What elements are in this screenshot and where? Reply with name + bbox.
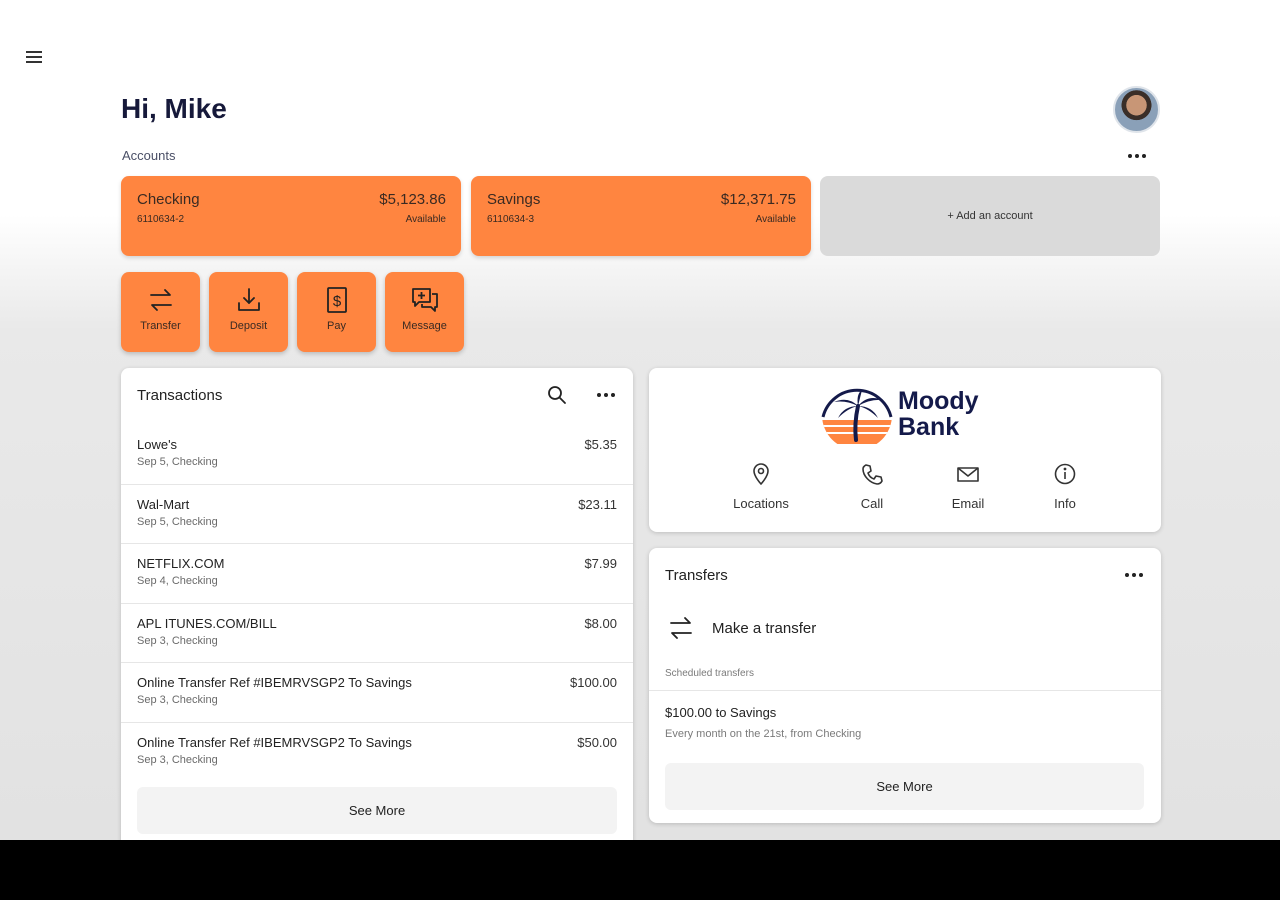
transaction-meta: Sep 3, Checking — [137, 753, 218, 766]
transaction-name: Online Transfer Ref #IBEMRVSGP2 To Savin… — [137, 675, 412, 690]
deposit-icon — [237, 288, 260, 311]
info-link[interactable]: Info — [1025, 462, 1105, 511]
transfers-see-more-button[interactable]: See More — [665, 763, 1144, 810]
table-row[interactable]: Online Transfer Ref #IBEMRVSGP2 To Savin… — [121, 663, 633, 723]
transaction-name: APL ITUNES.COM/BILL — [137, 615, 277, 631]
transfer-button[interactable]: Transfer — [121, 272, 200, 352]
avatar[interactable] — [1113, 86, 1160, 133]
transaction-amount: $23.11 — [578, 496, 617, 512]
account-card-checking[interactable]: Checking 6110634-2 $5,123.86 Available — [121, 176, 461, 256]
scheduled-transfer-title: $100.00 to Savings — [665, 705, 777, 720]
info-label: Info — [1054, 496, 1076, 511]
action-label: Message — [402, 320, 447, 332]
transactions-more-icon[interactable] — [595, 389, 617, 401]
transaction-name: Lowe's — [137, 437, 178, 452]
transfers-more-icon[interactable] — [1123, 569, 1145, 581]
message-icon — [411, 288, 438, 312]
transaction-amount: $100.00 — [570, 675, 617, 690]
deposit-button[interactable]: Deposit — [209, 272, 288, 352]
transaction-meta: Sep 3, Checking — [137, 694, 218, 706]
location-pin-icon — [753, 463, 769, 486]
phone-icon — [862, 464, 883, 485]
transfer-icon — [149, 289, 172, 311]
make-transfer-label: Make a transfer — [712, 620, 817, 637]
table-row[interactable]: Online Transfer Ref #IBEMRVSGP2 To Savin… — [121, 723, 633, 783]
message-button[interactable]: Message — [385, 272, 464, 352]
locations-link[interactable]: Locations — [721, 462, 801, 511]
transaction-meta: Sep 4, Checking — [137, 575, 218, 587]
scheduled-transfer-detail: Every month on the 21st, from Checking — [665, 728, 862, 740]
transaction-name: Online Transfer Ref #IBEMRVSGP2 To Savin… — [137, 734, 412, 750]
email-icon — [957, 467, 979, 482]
account-status: Available — [755, 214, 796, 225]
account-name: Checking — [137, 191, 200, 208]
table-row[interactable]: Lowe's Sep 5, Checking $5.35 — [121, 425, 633, 485]
transaction-amount: $50.00 — [577, 734, 617, 750]
info-icon — [1054, 463, 1076, 485]
accounts-more-icon[interactable] — [1126, 150, 1148, 162]
locations-label: Locations — [733, 496, 789, 511]
svg-text:$: $ — [332, 293, 341, 310]
transaction-amount: $7.99 — [584, 556, 617, 571]
account-number: 6110634-2 — [137, 214, 185, 225]
table-row[interactable]: Wal-Mart Sep 5, Checking $23.11 — [121, 485, 633, 544]
transaction-amount: $8.00 — [584, 615, 617, 631]
transfer-icon — [670, 617, 692, 639]
transactions-see-more-button[interactable]: See More — [137, 787, 617, 834]
app-screen: Hi, Mike Accounts Checking 6110634-2 $5,… — [0, 0, 1280, 840]
transactions-list: Lowe's Sep 5, Checking $5.35 Wal-Mart Se… — [121, 425, 633, 782]
transaction-name: NETFLIX.COM — [137, 556, 225, 571]
transaction-meta: Sep 5, Checking — [137, 456, 218, 468]
make-transfer-row[interactable]: Make a transfer — [665, 610, 1145, 646]
pay-button[interactable]: $ Pay — [297, 272, 376, 352]
greeting-title: Hi, Mike — [121, 93, 227, 124]
transaction-name: Wal-Mart — [137, 496, 190, 512]
scheduled-transfer-item[interactable]: $100.00 to Savings Every month on the 21… — [649, 691, 1161, 749]
search-icon[interactable] — [547, 385, 567, 405]
transaction-meta: Sep 3, Checking — [137, 634, 218, 647]
account-name: Savings — [487, 191, 541, 208]
account-balance: $12,371.75 — [720, 191, 796, 208]
email-label: Email — [951, 496, 985, 511]
scheduled-transfers-label: Scheduled transfers — [665, 668, 754, 679]
transaction-meta: Sep 5, Checking — [137, 515, 218, 528]
action-label: Deposit — [229, 320, 268, 332]
add-account-button[interactable]: + Add an account — [820, 176, 1160, 256]
account-number: 6110634-3 — [487, 214, 535, 225]
palm-tree-logo-icon — [821, 386, 893, 444]
action-label: Transfer — [140, 320, 181, 332]
table-row[interactable]: NETFLIX.COM Sep 4, Checking $7.99 — [121, 544, 633, 604]
bank-name-line2: Bank — [898, 413, 960, 441]
bank-name-line1: Moody — [898, 387, 979, 415]
bank-name: Moody Bank — [898, 388, 979, 440]
transactions-title: Transactions — [137, 387, 223, 404]
hamburger-menu-icon[interactable] — [26, 48, 46, 66]
email-link[interactable]: Email — [928, 462, 1008, 511]
account-card-savings[interactable]: Savings 6110634-3 $12,371.75 Available — [471, 176, 811, 256]
accounts-label: Accounts — [122, 148, 176, 163]
transaction-amount: $5.35 — [584, 437, 617, 452]
call-link[interactable]: Call — [832, 462, 912, 511]
call-label: Call — [860, 496, 884, 511]
pay-icon: $ — [326, 287, 347, 313]
table-row[interactable]: APL ITUNES.COM/BILL Sep 3, Checking $8.0… — [121, 604, 633, 663]
action-label: Pay — [327, 320, 346, 332]
transfers-title: Transfers — [665, 567, 728, 584]
account-balance: $5,123.86 — [379, 191, 446, 208]
account-status: Available — [405, 214, 446, 225]
